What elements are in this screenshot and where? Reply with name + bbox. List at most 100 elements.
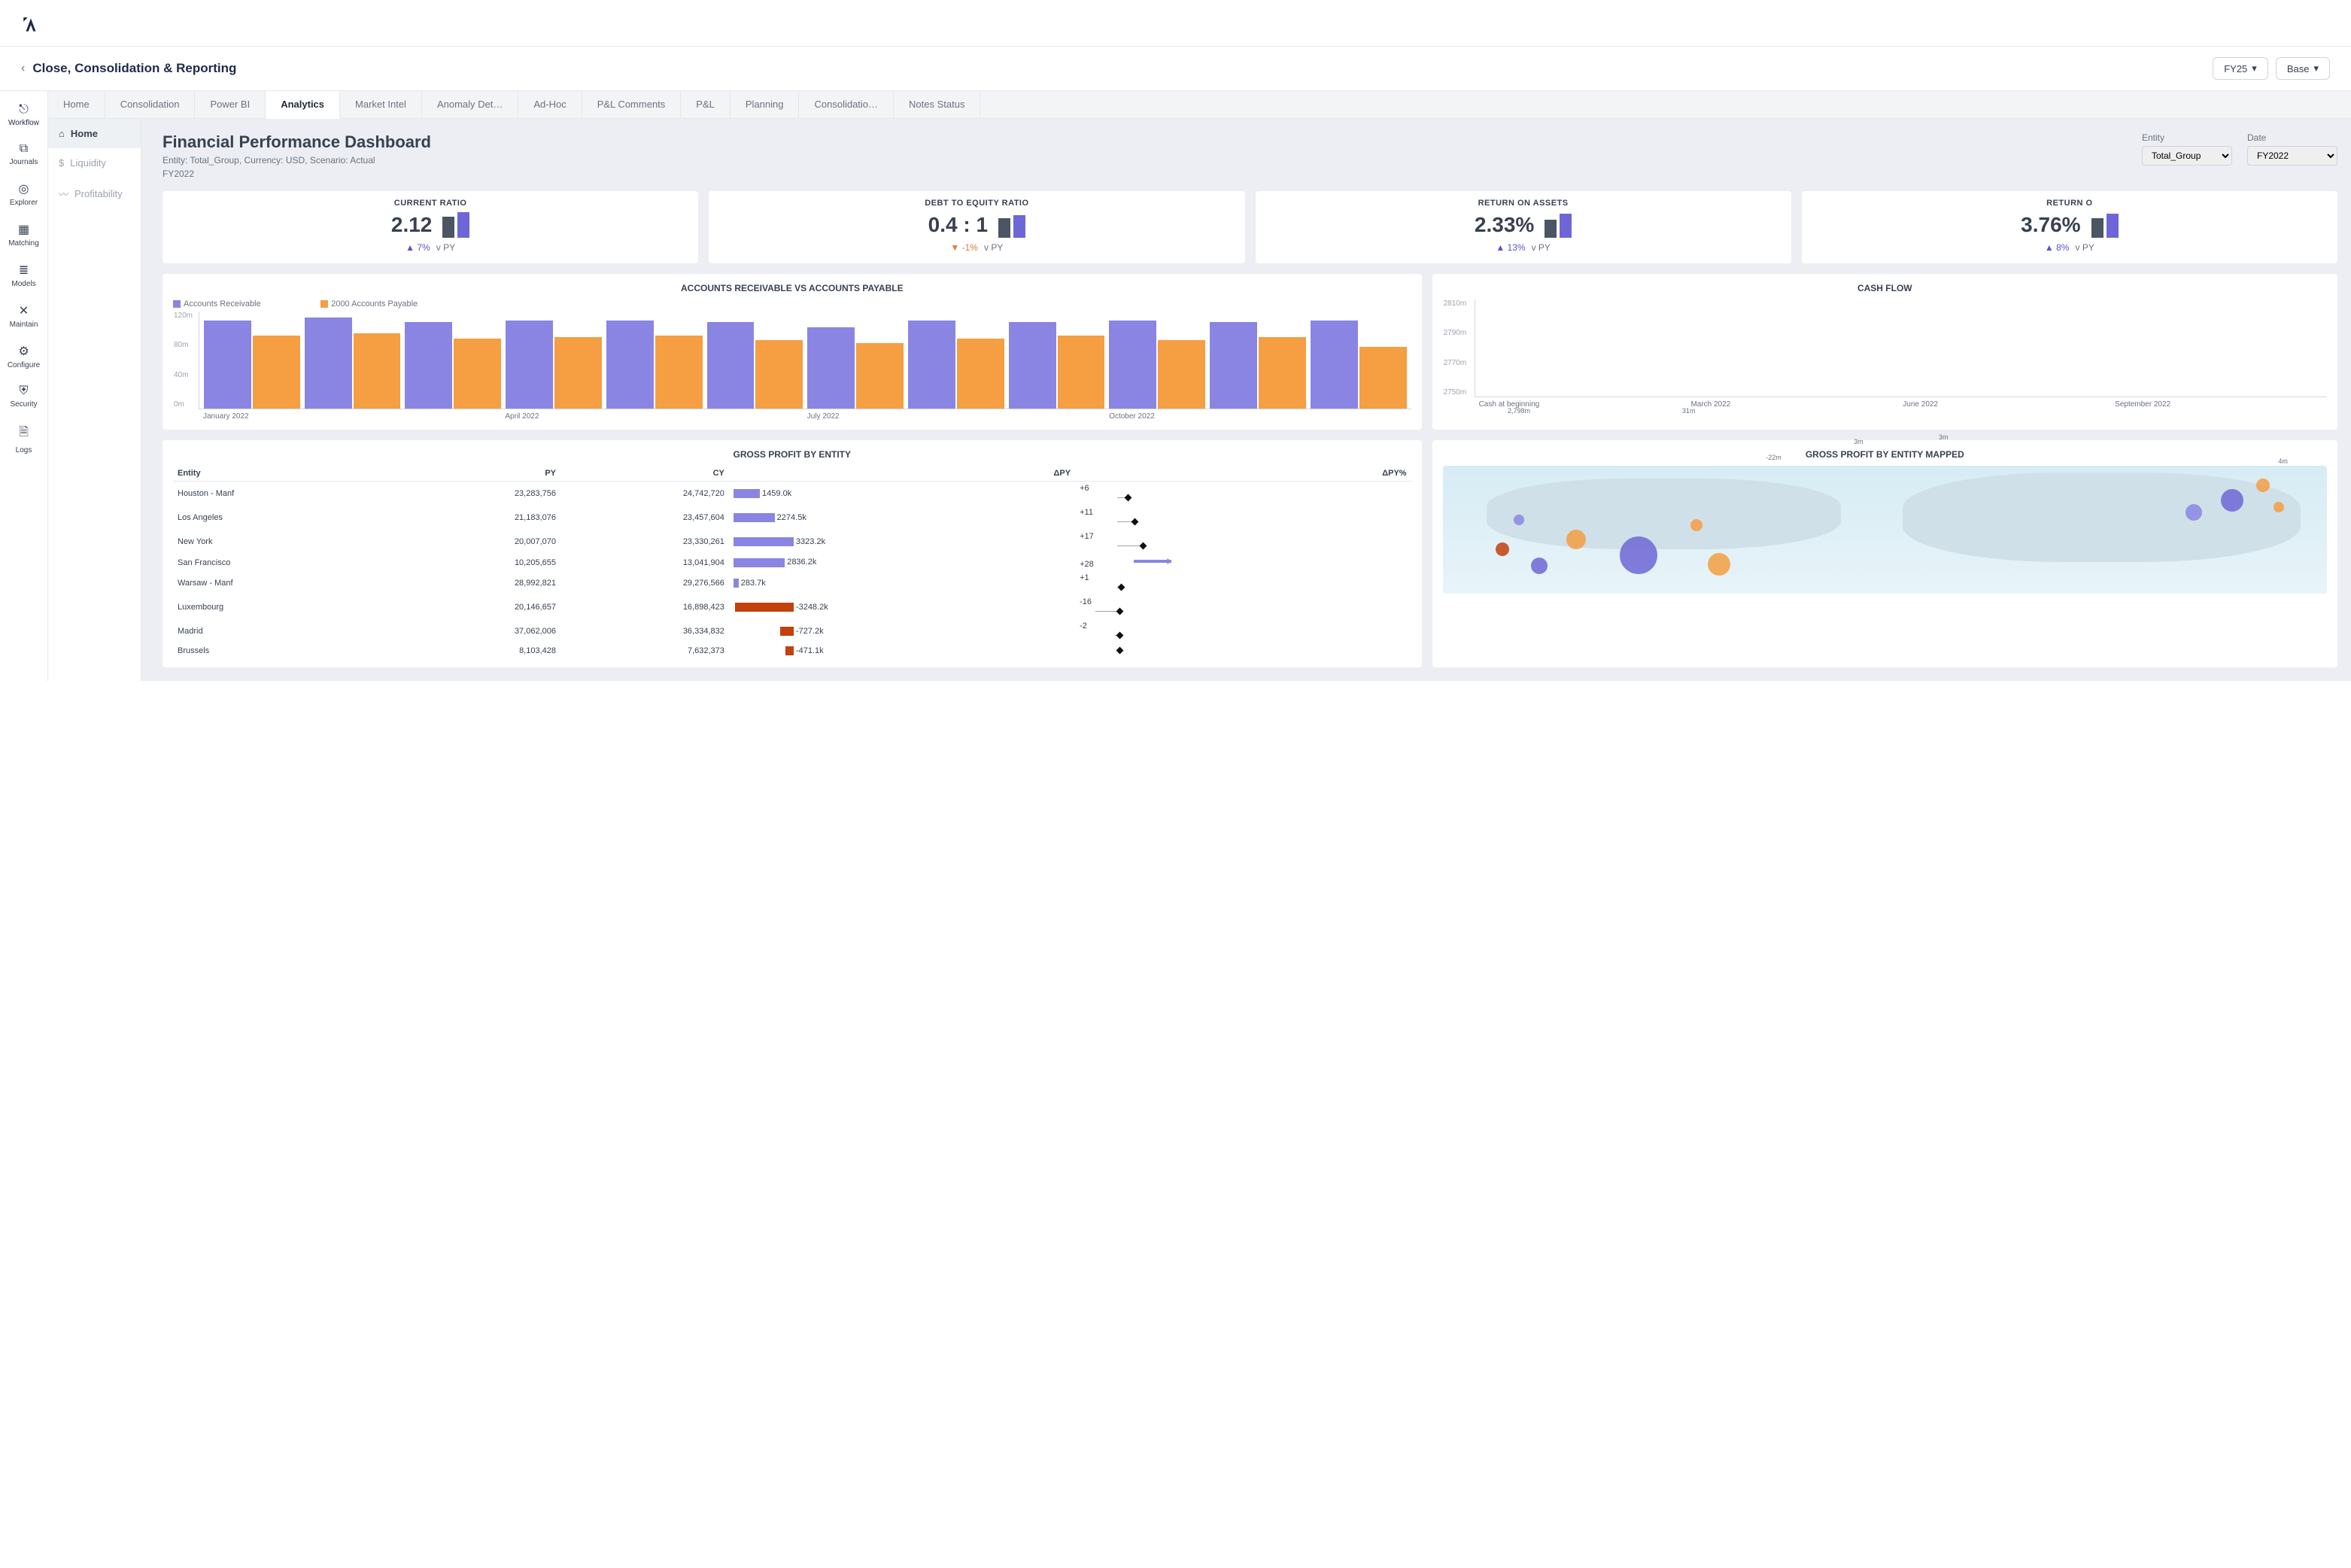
rail-item-explorer[interactable]: ◎ Explorer bbox=[0, 174, 47, 214]
table-row: Warsaw - Manf28,992,82129,276,566 283.7k… bbox=[173, 571, 1411, 595]
subnav-label: Profitability bbox=[74, 188, 123, 199]
rail-item-configure[interactable]: ⚙Configure bbox=[0, 336, 47, 377]
gross-profit-map[interactable] bbox=[1443, 466, 2327, 594]
bar-group bbox=[305, 318, 401, 409]
subnav-icon: 〰 bbox=[59, 187, 68, 201]
entity-cell: Warsaw - Manf bbox=[173, 571, 392, 595]
kpi-card: DEBT TO EQUITY RATIO0.4 : 1▼ -1%v PY bbox=[709, 191, 1244, 263]
rail-label: Logs bbox=[16, 446, 32, 454]
kpi-label: CURRENT RATIO bbox=[175, 199, 686, 208]
dashboard-subtitle: Entity: Total_Group, Currency: USD, Scen… bbox=[163, 155, 431, 166]
rail-item-models[interactable]: ≣Models bbox=[0, 255, 47, 296]
kpi-sparkbars bbox=[442, 212, 469, 238]
app-logo bbox=[0, 0, 2351, 47]
legend-swatch-ap bbox=[320, 300, 328, 308]
subnav-home[interactable]: ⌂Home bbox=[48, 119, 141, 148]
kpi-value: 2.12 bbox=[391, 213, 433, 237]
table-row: San Francisco10,205,65513,041,904 2836.2… bbox=[173, 554, 1411, 571]
tab-consolidation[interactable]: Consolidation bbox=[105, 91, 196, 118]
rail-icon: ⚙ bbox=[18, 344, 29, 359]
rail-item-maintain[interactable]: ✕Maintain bbox=[0, 296, 47, 336]
py-cell: 8,103,428 bbox=[392, 643, 560, 658]
rail-item-workflow[interactable]: ⎋Workflow bbox=[0, 96, 47, 135]
tab-p-l-comments[interactable]: P&L Comments bbox=[582, 91, 682, 118]
side-rail: ⎋Workflow⧉Journals ◎ Explorer ▦ Matching ≣Mod… bbox=[0, 91, 48, 681]
ar-ap-title: ACCOUNTS RECEIVABLE VS ACCOUNTS PAYABLE bbox=[173, 283, 1411, 293]
page-title: Close, Consolidation & Reporting bbox=[32, 61, 2205, 76]
dpct-cell bbox=[1075, 643, 1411, 658]
dpy-cell: 1459.0k bbox=[729, 482, 1075, 506]
subnav-profitability[interactable]: 〰 Profitability bbox=[48, 178, 141, 210]
py-cell: 20,146,657 bbox=[392, 595, 560, 619]
bar-group bbox=[908, 321, 1004, 409]
cy-cell: 23,457,604 bbox=[560, 506, 729, 530]
tab-p-l[interactable]: P&L bbox=[681, 91, 731, 118]
dpy-cell: 283.7k bbox=[729, 571, 1075, 595]
tab-market-intel[interactable]: Market Intel bbox=[340, 91, 422, 118]
tab-power-bi[interactable]: Power BI bbox=[195, 91, 266, 118]
scenario-picker[interactable]: Base ▾ bbox=[2276, 57, 2330, 80]
gross-profit-table: EntityPYCYΔPYΔPY%Houston - Manf23,283,75… bbox=[173, 466, 1411, 658]
rail-icon: ◎ bbox=[19, 181, 29, 196]
kpi-delta: ▲ 8%v PY bbox=[1814, 242, 2325, 253]
date-filter[interactable]: FY2022 bbox=[2247, 146, 2337, 166]
entity-filter[interactable]: Total_Group bbox=[2142, 146, 2232, 166]
py-cell: 20,007,070 bbox=[392, 530, 560, 554]
gross-profit-title: GROSS PROFIT BY ENTITY bbox=[173, 449, 1411, 460]
kpi-sparkbars bbox=[2091, 212, 2119, 238]
table-header: CY bbox=[560, 466, 729, 482]
kpi-card: RETURN ON ASSETS2.33%▲ 13%v PY bbox=[1256, 191, 1791, 263]
bar-group bbox=[204, 321, 300, 409]
rail-icon: ⎋ bbox=[19, 103, 29, 117]
kpi-sparkbars bbox=[998, 212, 1025, 238]
subnav-icon: $ bbox=[59, 157, 64, 169]
bar-group bbox=[707, 322, 803, 409]
rail-icon: 🗎 bbox=[19, 424, 29, 444]
bar-group bbox=[606, 321, 703, 409]
rail-label: Explorer bbox=[10, 199, 38, 207]
cy-cell: 13,041,904 bbox=[560, 554, 729, 571]
rail-item-logs[interactable]: 🗎 Logs bbox=[0, 416, 47, 462]
tab-home[interactable]: Home bbox=[48, 91, 105, 118]
kpi-value: 0.4 : 1 bbox=[928, 213, 988, 237]
bar-group bbox=[1109, 321, 1205, 409]
kpi-delta: ▲ 7%v PY bbox=[175, 242, 686, 253]
table-row: Los Angeles21,183,07623,457,604 2274.5k+… bbox=[173, 506, 1411, 530]
table-row: Luxembourg20,146,65716,898,423 -3248.2k-… bbox=[173, 595, 1411, 619]
py-cell: 21,183,076 bbox=[392, 506, 560, 530]
kpi-card: CURRENT RATIO 2.12 ▲ 7%v PY bbox=[163, 191, 698, 263]
rail-item-matching[interactable]: ▦ Matching bbox=[0, 214, 47, 255]
bar-group bbox=[506, 321, 602, 409]
dpy-cell: 3323.2k bbox=[729, 530, 1075, 554]
rail-label: Security bbox=[10, 400, 37, 409]
dpct-cell: -2 bbox=[1075, 619, 1411, 643]
tab-ad-hoc[interactable]: Ad-Hoc bbox=[518, 91, 582, 118]
period-picker[interactable]: FY25 ▾ bbox=[2213, 57, 2268, 80]
dpy-cell: 2274.5k bbox=[729, 506, 1075, 530]
entity-filter-label: Entity bbox=[2142, 132, 2232, 143]
back-chevron-icon[interactable]: ‹ bbox=[21, 62, 25, 75]
tab-anomaly-det-[interactable]: Anomaly Det… bbox=[422, 91, 518, 118]
chevron-down-icon: ▾ bbox=[2313, 62, 2319, 74]
dpy-cell: -727.2k bbox=[729, 619, 1075, 643]
rail-icon: ▦ bbox=[18, 222, 29, 237]
rail-item-journals[interactable]: ⧉Journals bbox=[0, 135, 47, 174]
kpi-label: RETURN ON ASSETS bbox=[1268, 199, 1779, 208]
tab-planning[interactable]: Planning bbox=[731, 91, 800, 118]
rail-item-security[interactable]: ⛨Security bbox=[0, 377, 47, 416]
subnav-icon: ⌂ bbox=[59, 128, 65, 139]
rail-label: Matching bbox=[8, 239, 39, 248]
tab-consolidatio-[interactable]: Consolidatio… bbox=[799, 91, 894, 118]
rail-label: Maintain bbox=[10, 321, 38, 329]
tab-notes-status[interactable]: Notes Status bbox=[894, 91, 980, 118]
table-row: Houston - Manf23,283,75624,742,720 1459.… bbox=[173, 482, 1411, 506]
header-bar: ‹ Close, Consolidation & Reporting FY25 … bbox=[0, 47, 2351, 91]
dpy-cell: -471.1k bbox=[729, 643, 1075, 658]
cy-cell: 7,632,373 bbox=[560, 643, 729, 658]
entity-cell: Houston - Manf bbox=[173, 482, 392, 506]
bar-group bbox=[1009, 322, 1105, 409]
subnav-liquidity[interactable]: $Liquidity bbox=[48, 148, 141, 178]
table-row: Brussels8,103,4287,632,373 -471.1k bbox=[173, 643, 1411, 658]
tab-analytics[interactable]: Analytics bbox=[266, 91, 340, 119]
cash-flow-panel: CASH FLOW 2810m2790m2770m2750m 2,798m-31… bbox=[1432, 274, 2337, 430]
